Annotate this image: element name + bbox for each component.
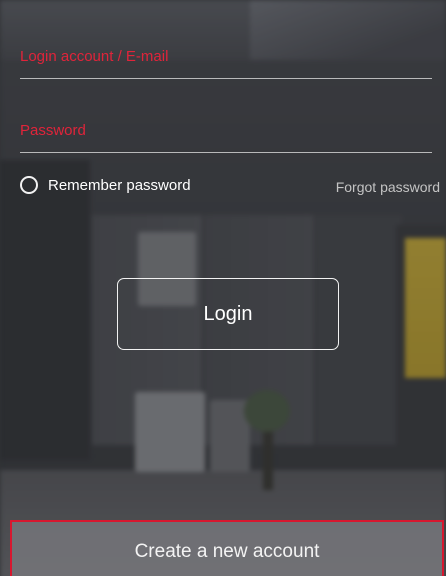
account-input[interactable]: [20, 34, 432, 78]
account-field: [20, 34, 432, 79]
remember-password-label[interactable]: Remember password: [48, 177, 191, 194]
remember-password-row[interactable]: Remember password: [20, 176, 191, 194]
remember-radio[interactable]: [20, 176, 38, 194]
password-input[interactable]: [20, 108, 432, 152]
create-account-button[interactable]: Create a new account: [10, 520, 444, 576]
login-screen: Remember password Forgot password Login …: [0, 0, 446, 576]
forgot-password-link[interactable]: Forgot password: [336, 179, 440, 195]
password-field: [20, 108, 432, 153]
login-button[interactable]: Login: [117, 278, 339, 350]
